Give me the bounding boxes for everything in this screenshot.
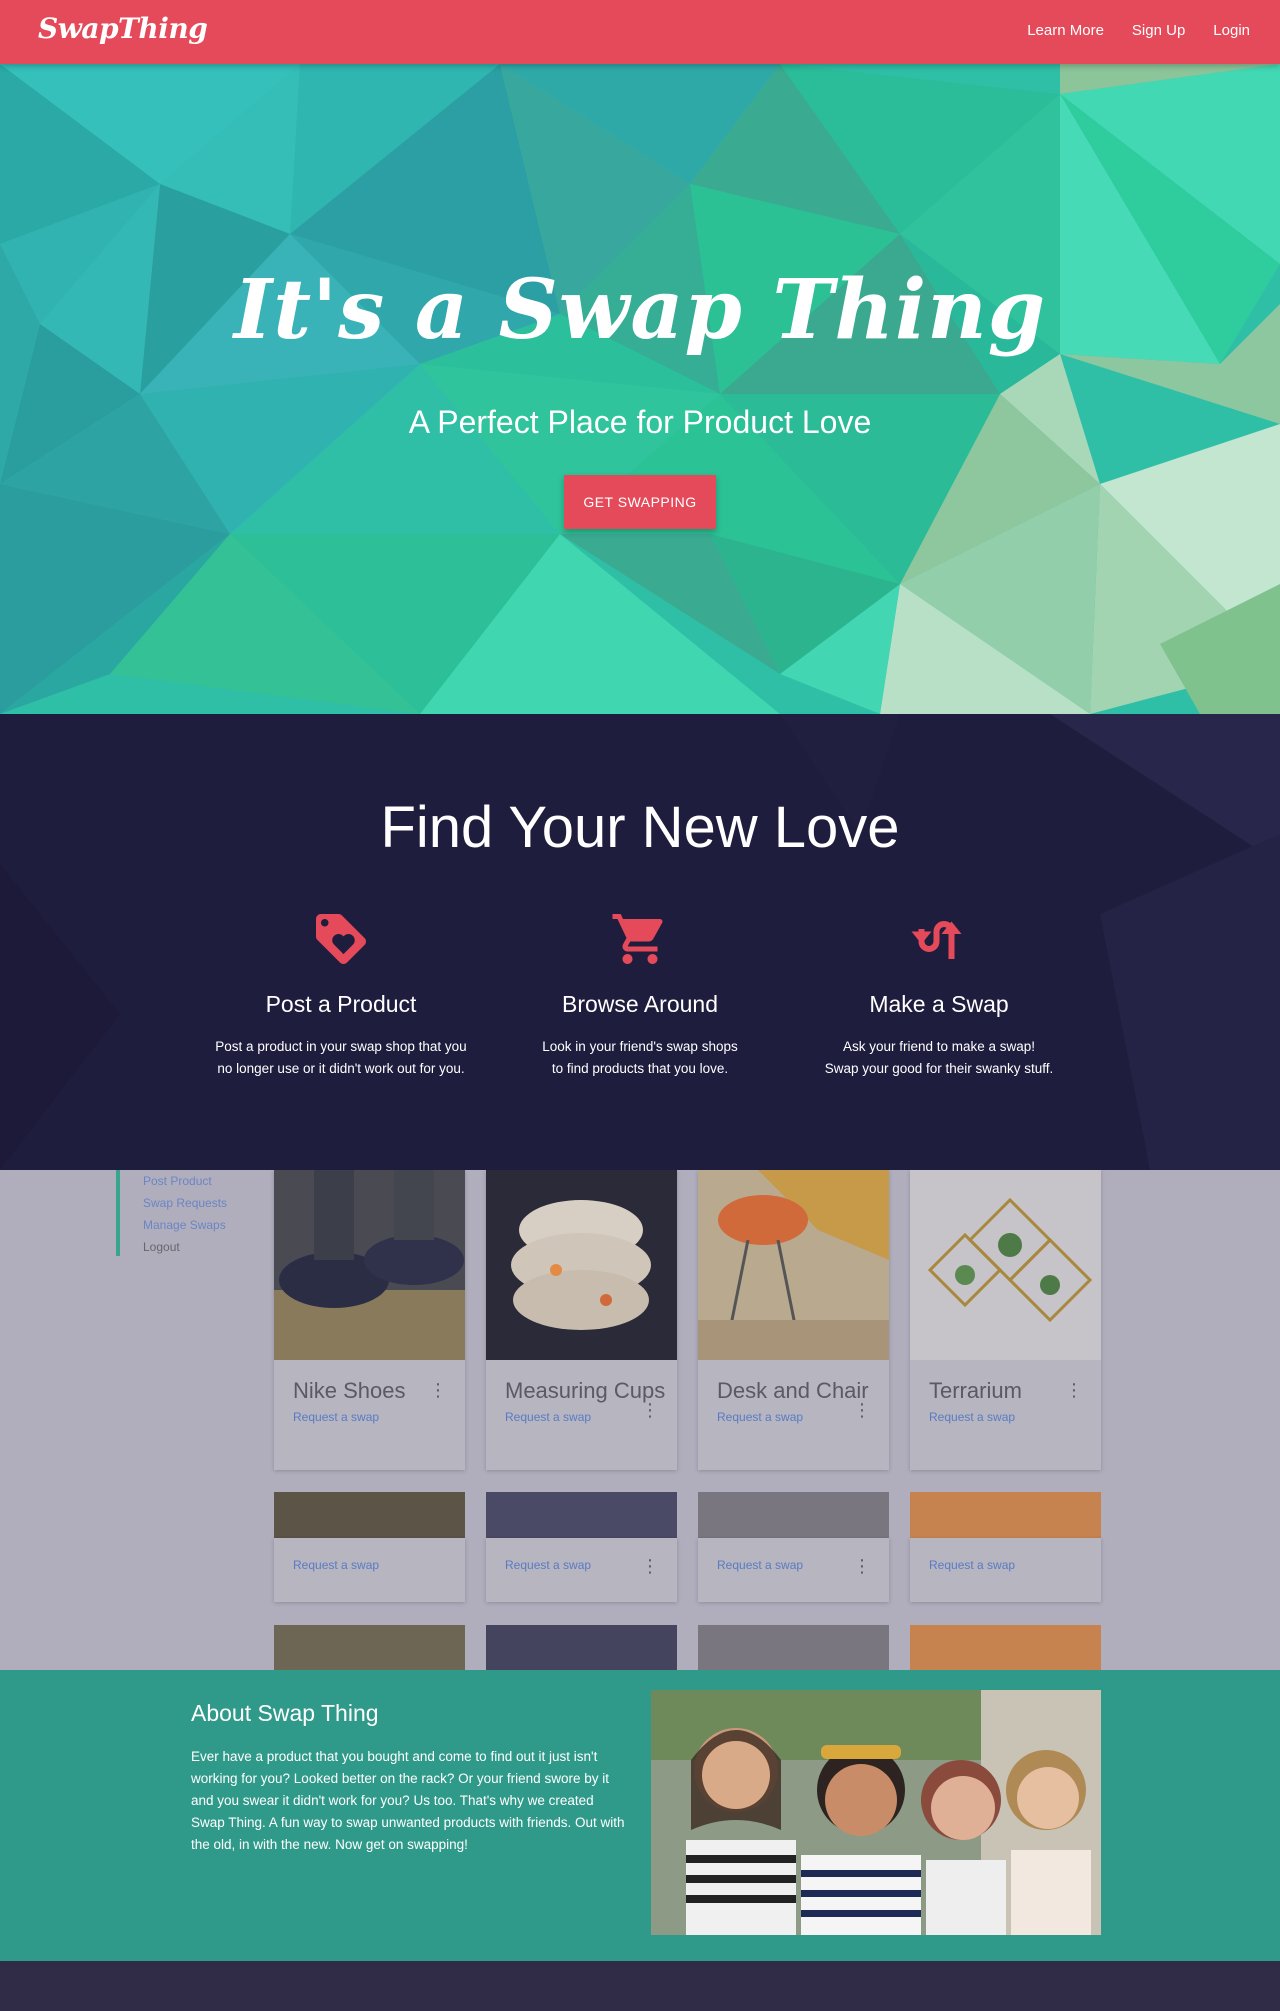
feature-browse-around: Browse Around Look in your friend's swap…	[490, 909, 790, 1080]
swap-arrows-icon	[911, 921, 962, 959]
sidebar-item-swap-requests[interactable]: Swap Requests	[143, 1192, 227, 1214]
nav-links: Learn More Sign Up Login	[1013, 22, 1264, 39]
hero-title: It's a Swap Thing	[233, 262, 1047, 358]
app-preview-section: Post Product Swap Requests Manage Swaps …	[0, 1170, 1280, 1670]
product-card[interactable]: Terrarium Request a swap ⋮	[910, 1170, 1101, 1470]
get-swapping-button[interactable]: GET SWAPPING	[564, 475, 716, 529]
feature-title: Browse Around	[562, 991, 718, 1017]
product-photo-cups	[486, 1170, 677, 1360]
sidebar-item-manage-swaps[interactable]: Manage Swaps	[143, 1214, 227, 1236]
nav-login[interactable]: Login	[1199, 22, 1264, 39]
request-swap-link[interactable]: Request a swap	[910, 1538, 1101, 1572]
about-body: Ever have a product that you bought and …	[191, 1749, 625, 1852]
low-poly-background	[0, 64, 1280, 714]
more-vert-icon[interactable]: ⋮	[429, 1380, 447, 1401]
product-card[interactable]: Request a swap ⋮	[698, 1538, 889, 1602]
product-photo-strip	[910, 1625, 1101, 1670]
more-vert-icon[interactable]: ⋮	[853, 1556, 871, 1577]
features-title: Find Your New Love	[380, 795, 900, 860]
product-card[interactable]: Request a swap ⋮	[486, 1538, 677, 1602]
about-section: About Swap Thing Ever have a product tha…	[0, 1670, 1280, 1961]
feature-make-swap: Make a Swap Ask your friend to make a sw…	[789, 909, 1089, 1080]
feature-description: Post a product in your swap shop that yo…	[215, 1039, 467, 1076]
product-name: Measuring Cups	[505, 1378, 666, 1403]
feature-title: Make a Swap	[869, 991, 1009, 1017]
product-card[interactable]: Measuring Cups Request a swap ⋮	[486, 1170, 677, 1470]
more-vert-icon[interactable]: ⋮	[641, 1556, 659, 1577]
feature-title: Post a Product	[265, 991, 417, 1017]
sidebar-item-logout[interactable]: Logout	[143, 1236, 227, 1258]
nav-learn-more[interactable]: Learn More	[1013, 22, 1118, 39]
product-photo-desk	[698, 1170, 889, 1360]
sidebar-accent	[116, 1170, 120, 1256]
more-vert-icon[interactable]: ⋮	[1065, 1380, 1083, 1401]
logo[interactable]: SwapThing	[38, 12, 208, 45]
product-photo-strip	[698, 1625, 889, 1670]
shopping-cart-icon	[612, 914, 663, 964]
product-photo-strip	[486, 1625, 677, 1670]
product-card[interactable]: Request a swap	[274, 1538, 465, 1602]
product-photo-terrarium	[910, 1170, 1101, 1360]
features-section: Find Your New Love Post a Product Post a…	[0, 714, 1280, 1170]
request-swap-link[interactable]: Request a swap	[274, 1538, 465, 1572]
about-title: About Swap Thing	[191, 1700, 379, 1726]
more-vert-icon[interactable]: ⋮	[853, 1400, 871, 1421]
feature-post-product: Post a Product Post a product in your sw…	[191, 909, 491, 1080]
request-swap-link[interactable]: Request a swap	[274, 1404, 465, 1424]
product-photo-shoes	[274, 1170, 465, 1360]
hero-subtitle: A Perfect Place for Product Love	[408, 404, 872, 440]
feature-description: Look in your friend's swap shops to find …	[542, 1039, 738, 1076]
more-vert-icon[interactable]: ⋮	[641, 1400, 659, 1421]
hero-section: It's a Swap Thing A Perfect Place for Pr…	[0, 64, 1280, 714]
product-photo-strip	[698, 1492, 889, 1538]
footer	[0, 1961, 1280, 2011]
feature-description: Ask your friend to make a swap! Swap your…	[824, 1039, 1054, 1076]
sidebar-item-post-product[interactable]: Post Product	[143, 1170, 227, 1192]
product-photo-strip	[274, 1492, 465, 1538]
product-card[interactable]: Desk and Chair Request a swap ⋮	[698, 1170, 889, 1470]
product-photo-strip	[274, 1625, 465, 1670]
sidebar-menu: Post Product Swap Requests Manage Swaps …	[143, 1170, 227, 1258]
product-photo-strip	[910, 1492, 1101, 1538]
friends-photo	[651, 1690, 1101, 1935]
product-card[interactable]: Request a swap	[910, 1538, 1101, 1602]
request-swap-link[interactable]: Request a swap	[910, 1404, 1101, 1424]
nav-sign-up[interactable]: Sign Up	[1118, 22, 1199, 39]
product-photo-strip	[486, 1492, 677, 1538]
top-nav: SwapThing Learn More Sign Up Login	[0, 0, 1280, 64]
heart-tag-icon	[316, 914, 366, 964]
product-card[interactable]: Nike Shoes Request a swap ⋮	[274, 1170, 465, 1470]
product-name: Desk and Chair	[717, 1378, 869, 1403]
